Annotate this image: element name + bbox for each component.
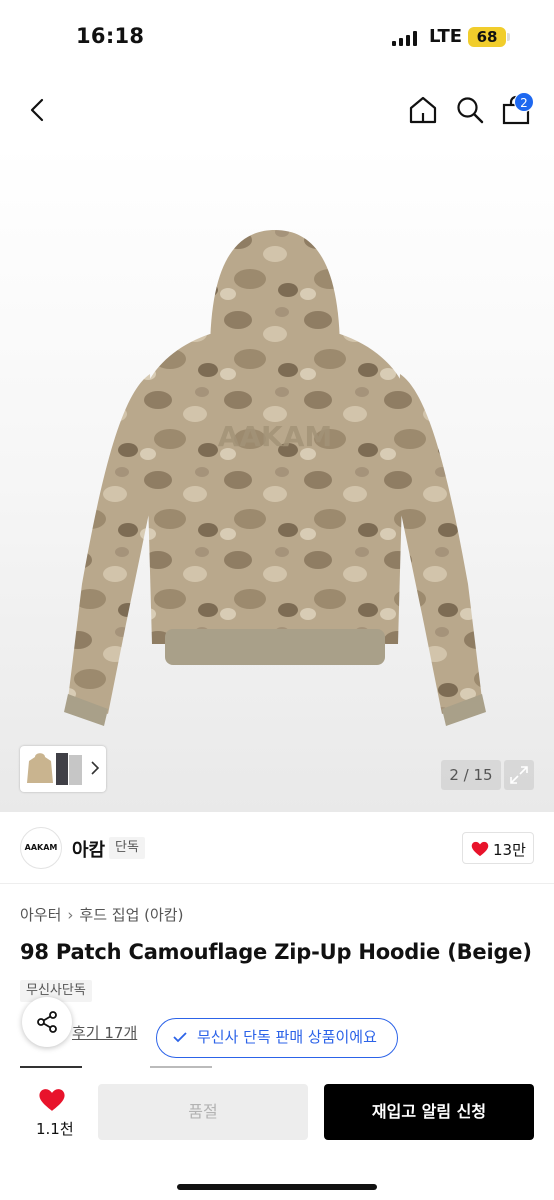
thumbnail-image[interactable] xyxy=(54,751,84,787)
bottom-action-bar: 1.1천 품절 재입고 알림 신청 xyxy=(0,1068,554,1200)
product-image: AAKAM xyxy=(64,230,486,726)
restock-alert-button[interactable]: 재입고 알림 신청 xyxy=(324,1084,534,1140)
reviews-link[interactable]: 후기 17개 xyxy=(72,1022,137,1043)
status-bar: 16:18 LTE 68 xyxy=(0,0,554,76)
brand-name[interactable]: 아캄 xyxy=(72,836,105,862)
check-icon xyxy=(173,1032,187,1043)
expand-icon xyxy=(510,766,528,784)
bag-count-badge: 2 xyxy=(514,92,534,112)
wishlist-count: 1.1천 xyxy=(36,1120,74,1138)
product-image-gallery[interactable]: AAKAM 2 / 15 xyxy=(0,144,554,812)
breadcrumb-separator-icon: › xyxy=(67,906,74,924)
brand-logo[interactable]: AAKAM xyxy=(20,827,62,869)
chevron-right-icon[interactable] xyxy=(90,761,100,775)
breadcrumb-item[interactable]: 아우터 xyxy=(20,906,61,924)
search-icon[interactable] xyxy=(454,94,486,126)
heart-icon[interactable] xyxy=(38,1088,66,1112)
hoodie-logo-text: AAKAM xyxy=(218,420,333,453)
home-icon[interactable] xyxy=(407,94,439,126)
share-icon xyxy=(37,1011,57,1033)
thumbnail-image[interactable] xyxy=(26,751,54,787)
brand-exclusive-tag: 단독 xyxy=(109,837,145,859)
breadcrumb: 아우터 › 후드 집업 (아캄) xyxy=(20,904,183,925)
breadcrumb-item[interactable]: 후드 집업 (아캄) xyxy=(79,906,183,924)
home-indicator[interactable] xyxy=(177,1184,377,1190)
product-title: 98 Patch Camouflage Zip-Up Hoodie (Beige… xyxy=(20,940,532,964)
heart-icon xyxy=(471,841,489,857)
soldout-button: 품절 xyxy=(98,1084,308,1140)
battery-tip xyxy=(507,33,510,41)
network-label: LTE xyxy=(429,26,463,47)
signal-icon xyxy=(392,31,418,46)
exclusive-badge[interactable]: 무신사 단독 판매 상품이에요 xyxy=(156,1018,398,1058)
brand-row: AAKAM 아캄 단독 13만 xyxy=(0,812,554,884)
brand-like-count: 13만 xyxy=(493,841,526,859)
back-icon[interactable] xyxy=(24,96,52,124)
brand-like-button[interactable]: 13만 xyxy=(462,832,534,864)
status-time: 16:18 xyxy=(76,24,145,48)
nav-header: 2 xyxy=(0,76,554,144)
share-button[interactable] xyxy=(22,997,72,1047)
thumbnail-strip[interactable] xyxy=(20,746,106,792)
image-pager: 2 / 15 xyxy=(441,760,501,790)
expand-button[interactable] xyxy=(504,760,534,790)
battery-icon: 68 xyxy=(468,27,506,47)
exclusive-badge-label: 무신사 단독 판매 상품이에요 xyxy=(197,1028,377,1046)
